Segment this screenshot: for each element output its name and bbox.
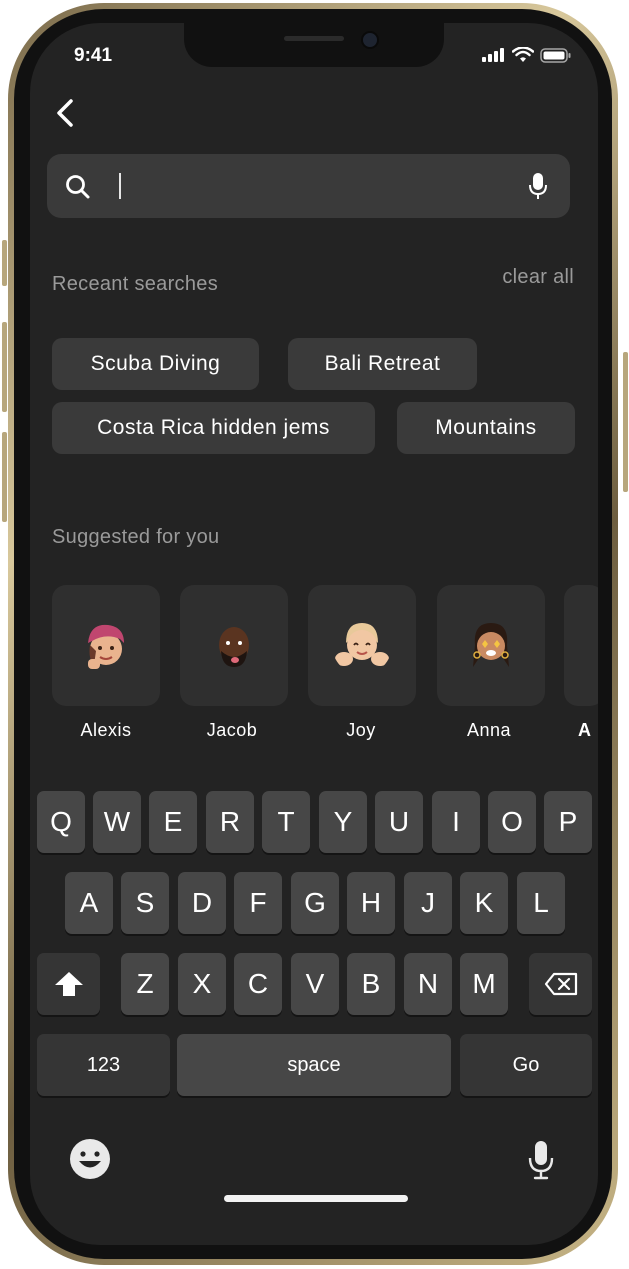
power-button — [623, 352, 628, 492]
suggested-title: Suggested for you — [52, 526, 220, 548]
key-w[interactable]: W — [93, 791, 141, 853]
signal-icon — [482, 48, 504, 62]
search-bar[interactable] — [47, 154, 570, 218]
search-input[interactable] — [101, 168, 505, 206]
notch — [184, 23, 444, 67]
backspace-key[interactable] — [529, 953, 592, 1015]
key-o[interactable]: O — [488, 791, 536, 853]
recent-chip[interactable]: Bali Retreat — [288, 338, 477, 390]
key-a[interactable]: A — [65, 872, 113, 934]
key-r[interactable]: R — [206, 791, 254, 853]
back-chevron-icon[interactable] — [54, 98, 78, 128]
battery-icon — [540, 47, 571, 63]
suggested-person-card[interactable] — [52, 585, 160, 706]
backspace-icon — [544, 972, 577, 996]
suggested-person-name: Anna — [466, 720, 512, 740]
suggested-person-name: Alexis — [80, 720, 132, 740]
wifi-icon — [512, 47, 534, 62]
key-h[interactable]: H — [347, 872, 395, 934]
volume-down-button — [2, 432, 7, 522]
status-icons — [482, 47, 572, 63]
key-t[interactable]: T — [262, 791, 310, 853]
space-key[interactable]: space — [177, 1034, 451, 1096]
home-indicator[interactable] — [224, 1195, 408, 1202]
suggested-person-card[interactable] — [437, 585, 545, 706]
key-f[interactable]: F — [234, 872, 282, 934]
suggested-person-name: A — [578, 720, 592, 740]
key-n[interactable]: N — [404, 953, 452, 1015]
volume-up-button — [2, 322, 7, 412]
suggested-person-card[interactable] — [180, 585, 288, 706]
status-time: 9:41 — [74, 45, 113, 66]
shift-key[interactable] — [37, 953, 100, 1015]
avatar — [473, 623, 509, 667]
key-g[interactable]: G — [291, 872, 339, 934]
recent-chip[interactable]: Costa Rica hidden jems — [52, 402, 375, 454]
key-c[interactable]: C — [234, 953, 282, 1015]
key-j[interactable]: J — [404, 872, 452, 934]
recent-chip[interactable]: Mountains — [397, 402, 575, 454]
key-l[interactable]: L — [517, 872, 565, 934]
key-e[interactable]: E — [149, 791, 197, 853]
key-y[interactable]: Y — [319, 791, 367, 853]
search-icon — [66, 175, 90, 199]
dictation-mic-icon[interactable] — [528, 1140, 554, 1180]
microphone-icon[interactable] — [528, 172, 548, 200]
recent-searches-title: Receant searches — [52, 273, 219, 295]
key-x[interactable]: X — [178, 953, 226, 1015]
go-key[interactable]: Go — [460, 1034, 592, 1096]
front-camera — [361, 31, 379, 49]
key-q[interactable]: Q — [37, 791, 85, 853]
key-p[interactable]: P — [544, 791, 592, 853]
key-i[interactable]: I — [432, 791, 480, 853]
emoji-icon[interactable] — [69, 1138, 111, 1180]
key-d[interactable]: D — [178, 872, 226, 934]
numbers-key[interactable]: 123 — [37, 1034, 170, 1096]
mute-switch — [2, 240, 7, 286]
shift-icon — [54, 972, 83, 996]
key-v[interactable]: V — [291, 953, 339, 1015]
avatar — [219, 627, 249, 667]
recent-chip[interactable]: Scuba Diving — [52, 338, 259, 390]
suggested-person-name: Joy — [346, 720, 376, 740]
suggested-person-name: Jacob — [206, 720, 258, 740]
suggested-person-card[interactable] — [308, 585, 416, 706]
key-k[interactable]: K — [460, 872, 508, 934]
screen: 9:41 Receant searches clear all Scuba Di… — [30, 23, 598, 1245]
key-z[interactable]: Z — [121, 953, 169, 1015]
clear-all-button[interactable]: clear all — [502, 266, 574, 289]
key-m[interactable]: M — [460, 953, 508, 1015]
key-s[interactable]: S — [121, 872, 169, 934]
key-u[interactable]: U — [375, 791, 423, 853]
suggested-person-card[interactable] — [564, 585, 598, 706]
avatar — [88, 624, 124, 669]
speaker-grille — [284, 36, 344, 41]
key-b[interactable]: B — [347, 953, 395, 1015]
avatar — [335, 623, 389, 666]
